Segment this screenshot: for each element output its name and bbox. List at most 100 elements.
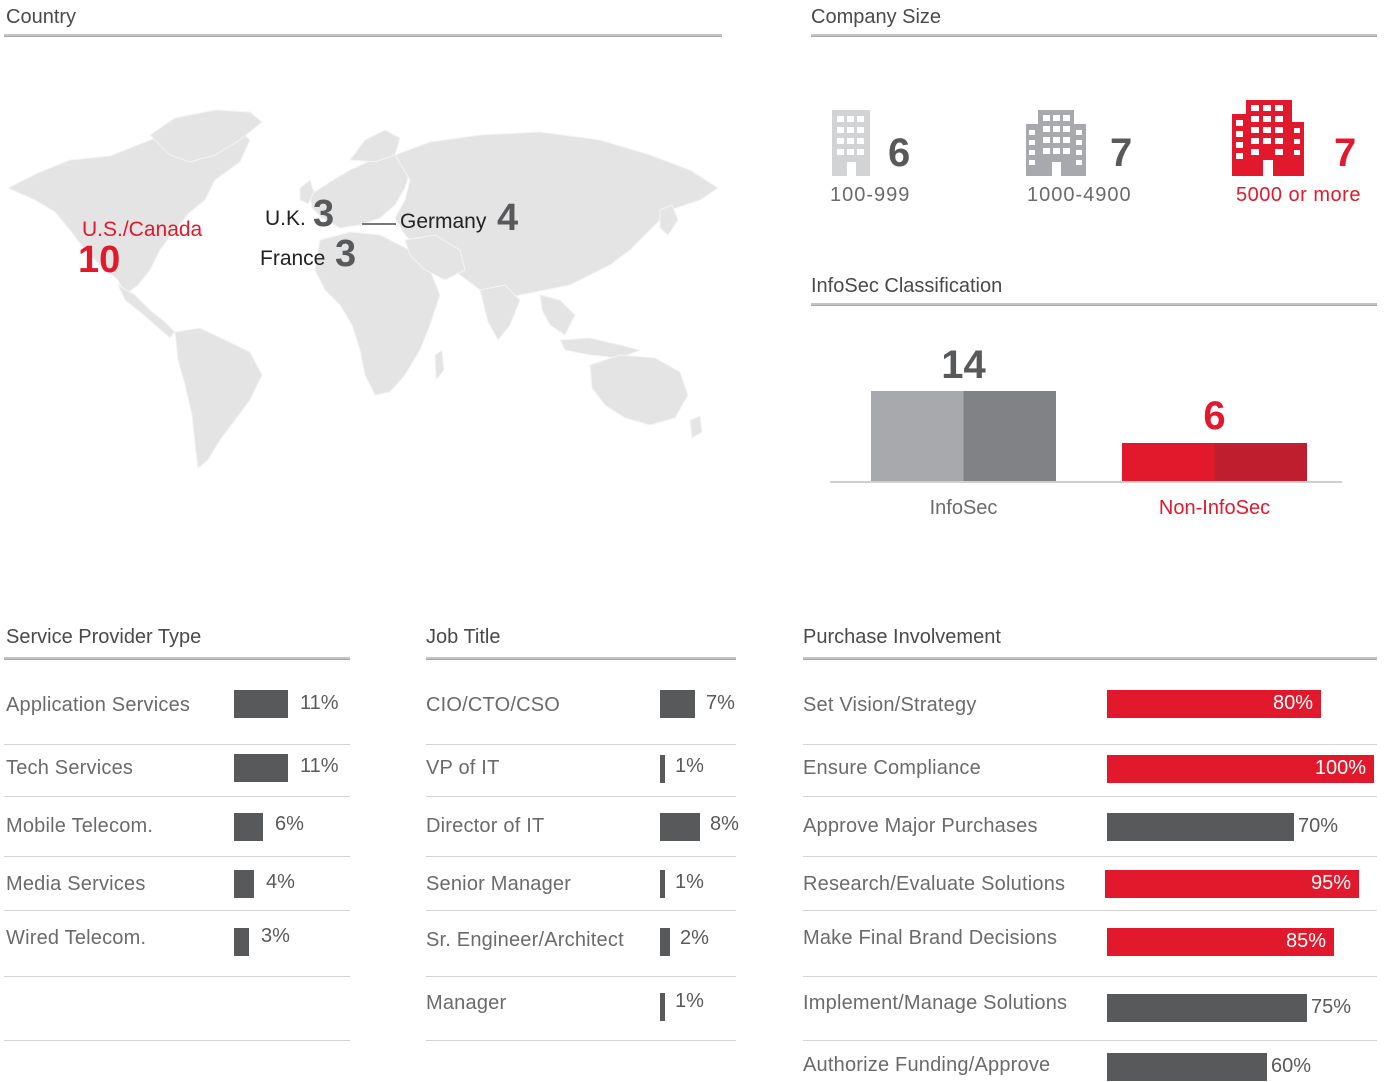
value-label: 1% [675, 755, 704, 777]
row-divider [426, 744, 736, 745]
value-label: 100% [1314, 757, 1366, 779]
company-size-value-small: 6 [888, 131, 911, 175]
non-infosec-value-label: 6 [1203, 394, 1226, 438]
list-item-label: CIO/CTO/CSO [426, 694, 561, 716]
company-size-title: Company Size [811, 6, 942, 28]
row-divider [4, 856, 350, 857]
marker-value-germany: 4 [497, 197, 519, 239]
list-item-label: Director of IT [426, 815, 545, 837]
row-divider [803, 976, 1377, 977]
value-label: 60% [1271, 1055, 1312, 1077]
company-size-value-large: 7 [1334, 131, 1357, 175]
job-title-rule [426, 657, 736, 660]
list-item-label: Media Services [6, 873, 146, 895]
row-divider [426, 856, 736, 857]
company-size-label-small: 100-999 [830, 184, 911, 206]
row-divider [426, 976, 736, 977]
row-divider [803, 856, 1377, 857]
value-label: 2% [680, 927, 709, 949]
value-label: 95% [1310, 872, 1351, 894]
bar [660, 870, 665, 898]
purchase-involvement-rule [803, 657, 1377, 660]
bar [1107, 994, 1307, 1022]
bar-infosec-dark [963, 391, 1056, 482]
list-item-label: Manager [426, 992, 507, 1014]
bar [234, 754, 288, 782]
list-item-label: VP of IT [426, 757, 500, 779]
row-divider [4, 1040, 350, 1041]
company-size-rule [811, 34, 1377, 37]
infosec-value-label: 14 [941, 343, 986, 387]
row-divider [4, 910, 350, 911]
purchase-involvement-title: Purchase Involvement [803, 626, 1001, 648]
service-provider-rule [4, 657, 350, 660]
infosec-rule [811, 303, 1377, 306]
row-divider [426, 1040, 736, 1041]
value-label: 1% [675, 871, 704, 893]
bar [234, 870, 254, 898]
row-divider [803, 910, 1377, 911]
bar [234, 813, 263, 841]
marker-label-germany: Germany [400, 210, 487, 233]
small-building-icon [832, 110, 870, 176]
row-divider [426, 910, 736, 911]
value-label: 8% [710, 813, 739, 835]
list-item-label: Implement/Manage Solutions [803, 992, 1068, 1014]
list-item-label: Application Services [6, 694, 191, 716]
non-infosec-category-label: Non-InfoSec [1158, 497, 1271, 519]
list-item-label: Research/Evaluate Solutions [803, 873, 1066, 895]
list-item-label: Make Final Brand Decisions [803, 927, 1058, 949]
value-label: 11% [300, 755, 339, 777]
country-title: Country [6, 6, 77, 28]
large-building-icon [1232, 100, 1304, 176]
value-label: 11% [300, 692, 339, 714]
marker-label-uk: U.K. [265, 207, 306, 230]
bar-non-infosec-light [1122, 443, 1215, 482]
list-item-label: Ensure Compliance [803, 757, 981, 779]
country-rule [4, 34, 722, 37]
list-item-label: Set Vision/Strategy [803, 694, 977, 716]
bar [234, 928, 249, 956]
bar [660, 755, 665, 783]
list-item-label: Senior Manager [426, 873, 572, 895]
marker-value-us-canada: 10 [78, 239, 121, 281]
list-item-label: Tech Services [6, 757, 134, 779]
infosec-title: InfoSec Classification [811, 275, 1003, 297]
marker-value-uk: 3 [313, 193, 335, 235]
list-item-label: Approve Major Purchases [803, 815, 1038, 837]
row-divider [803, 744, 1377, 745]
row-divider [803, 1040, 1377, 1041]
medium-building-icon [1026, 110, 1086, 176]
value-label: 6% [275, 813, 304, 835]
bar [1107, 813, 1294, 841]
row-divider [4, 976, 350, 977]
bar [660, 928, 670, 956]
company-size-value-medium: 7 [1110, 131, 1133, 175]
company-size-label-large: 5000 or more [1236, 184, 1361, 206]
value-label: 1% [675, 990, 704, 1012]
bar-infosec-light [871, 391, 964, 482]
value-label: 85% [1285, 930, 1326, 952]
value-label: 3% [261, 925, 290, 947]
row-divider [803, 796, 1377, 797]
marker-label-france: France [260, 247, 326, 270]
marker-value-france: 3 [335, 233, 357, 275]
value-label: 80% [1272, 692, 1313, 714]
bar [660, 993, 665, 1021]
list-item-label: Sr. Engineer/Architect [426, 929, 624, 951]
bar [1107, 1053, 1267, 1081]
list-item-label: Wired Telecom. [6, 927, 147, 949]
bar [660, 813, 700, 841]
germany-leader-line [362, 223, 396, 225]
value-label: 7% [706, 692, 735, 714]
world-map [6, 109, 719, 469]
company-size-label-medium: 1000-4900 [1027, 184, 1132, 206]
list-item-label: Mobile Telecom. [6, 815, 154, 837]
job-title-title: Job Title [426, 626, 501, 648]
list-item-label: Authorize Funding/Approve [803, 1054, 1051, 1076]
service-provider-title: Service Provider Type [6, 626, 202, 648]
value-label: 70% [1298, 815, 1339, 837]
row-divider [4, 744, 350, 745]
bar-non-infosec-dark [1214, 443, 1307, 482]
bar [234, 690, 288, 718]
